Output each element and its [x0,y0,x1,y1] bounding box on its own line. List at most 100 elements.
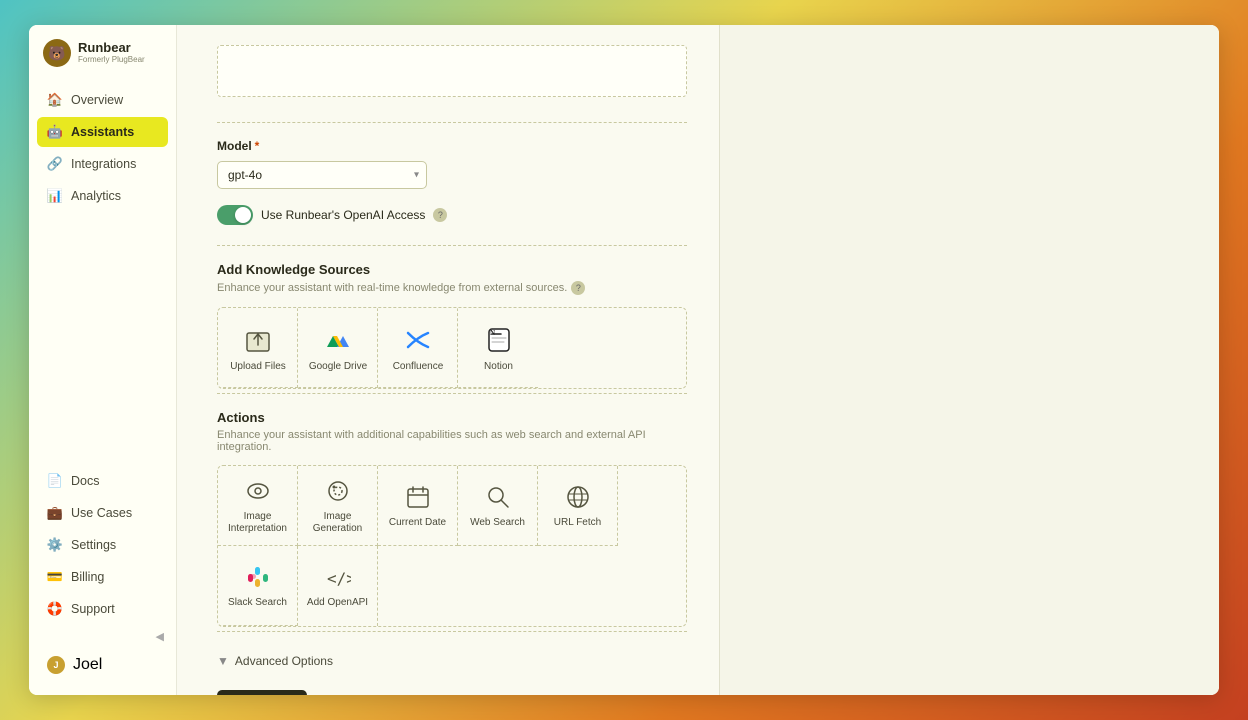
chevron-icon: ▼ [217,654,229,668]
assistants-icon: 🤖 [47,124,63,140]
action-slack-search[interactable]: Slack Search [218,546,298,626]
actions-desc: Enhance your assistant with additional c… [217,429,679,453]
knowledge-help-icon[interactable]: ? [571,281,585,295]
logo-icon: 🐻 [43,39,71,67]
model-select-wrapper: gpt-4o gpt-4 gpt-3.5-turbo ▾ [217,161,427,189]
sidebar-nav: 🏠 Overview 🤖 Assistants 🔗 Integrations 📊… [29,85,176,466]
logo-subtitle: Formerly PlugBear [78,56,145,65]
right-panel [719,25,1219,695]
svg-text:</>: </> [327,569,351,588]
divider-3 [217,393,687,394]
search-icon [484,483,512,511]
sidebar-bottom: 📄 Docs 💼 Use Cases ⚙️ Settings 💳 Billing… [29,466,176,681]
integrations-icon: 🔗 [47,156,63,172]
logo: 🐻 Runbear Formerly PlugBear [29,39,176,85]
sidebar-item-billing[interactable]: 💳 Billing [37,562,168,592]
knowledge-sources-desc: Enhance your assistant with real-time kn… [217,281,679,295]
settings-icon: ⚙️ [47,537,63,553]
sidebar-label-overview: Overview [71,93,123,107]
sidebar-collapse-button[interactable]: ◀ [37,626,168,647]
sidebar-item-use-cases[interactable]: 💼 Use Cases [37,498,168,528]
google-drive-label: Google Drive [309,361,367,372]
current-date-label: Current Date [389,517,446,529]
sidebar-label-docs: Docs [71,474,99,488]
notion-icon: N [484,325,514,355]
advanced-options-label: Advanced Options [235,654,333,668]
source-google-drive[interactable]: Google Drive [298,308,378,388]
app-window: 🐻 Runbear Formerly PlugBear 🏠 Overview 🤖… [29,25,1219,695]
source-confluence[interactable]: Confluence [378,308,458,388]
confluence-label: Confluence [393,361,444,372]
divider-4 [217,631,687,632]
use-cases-icon: 💼 [47,505,63,521]
overview-icon: 🏠 [47,92,63,108]
sidebar-item-docs[interactable]: 📄 Docs [37,466,168,496]
sidebar-label-assistants: Assistants [71,125,134,139]
slack-search-label: Slack Search [228,597,287,609]
upload-files-label: Upload Files [230,361,286,372]
main-content: Model * gpt-4o gpt-4 gpt-3.5-turbo ▾ Use… [177,25,719,695]
code-icon: </> [324,563,352,591]
svg-text:N: N [490,329,495,337]
help-icon[interactable]: ? [433,208,447,222]
actions-grid: Image Interpretation Image Generation [217,465,687,627]
sidebar-label-settings: Settings [71,538,116,552]
action-image-generation[interactable]: Image Generation [298,466,378,546]
action-add-openapi[interactable]: </> Add OpenAPI [298,546,378,626]
source-upload-files[interactable]: Upload Files [218,308,298,388]
support-icon: 🛟 [47,601,63,617]
url-fetch-label: URL Fetch [554,517,601,529]
sidebar-item-analytics[interactable]: 📊 Analytics [37,181,168,211]
image-interpretation-label: Image Interpretation [218,511,297,535]
sidebar-item-settings[interactable]: ⚙️ Settings [37,530,168,560]
form-area: Model * gpt-4o gpt-4 gpt-3.5-turbo ▾ Use… [177,25,719,695]
openai-access-toggle[interactable] [217,205,253,225]
calendar-icon [404,483,432,511]
globe-icon [564,483,592,511]
sidebar-label-integrations: Integrations [71,157,136,171]
toggle-label: Use Runbear's OpenAI Access [261,208,425,222]
add-openapi-label: Add OpenAPI [307,597,368,609]
source-notion[interactable]: N Notion [458,308,538,388]
billing-icon: 💳 [47,569,63,585]
action-image-interpretation[interactable]: Image Interpretation [218,466,298,546]
web-search-label: Web Search [470,517,525,529]
openai-access-row: Use Runbear's OpenAI Access ? [217,205,679,225]
create-button[interactable]: Create [217,690,307,695]
knowledge-sources-title: Add Knowledge Sources [217,262,679,277]
notion-label: Notion [484,361,513,372]
divider-2 [217,245,687,246]
avatar: J [47,656,65,674]
sidebar-item-overview[interactable]: 🏠 Overview [37,85,168,115]
action-web-search[interactable]: Web Search [458,466,538,546]
image-gen-icon [324,477,352,505]
sidebar-label-support: Support [71,602,115,616]
sidebar-item-assistants[interactable]: 🤖 Assistants [37,117,168,147]
actions-title: Actions [217,410,679,425]
sidebar-label-billing: Billing [71,570,104,584]
model-select[interactable]: gpt-4o gpt-4 gpt-3.5-turbo [217,161,427,189]
docs-icon: 📄 [47,473,63,489]
sidebar-item-support[interactable]: 🛟 Support [37,594,168,624]
logo-text: Runbear Formerly PlugBear [78,41,145,64]
advanced-options-toggle[interactable]: ▼ Advanced Options [217,648,679,674]
confluence-icon [403,325,433,355]
action-current-date[interactable]: Current Date [378,466,458,546]
model-label: Model * [217,139,679,153]
required-star: * [255,139,260,153]
analytics-icon: 📊 [47,188,63,204]
sidebar-label-use-cases: Use Cases [71,506,132,520]
upload-files-icon [243,325,273,355]
action-url-fetch[interactable]: URL Fetch [538,466,618,546]
sidebar-label-analytics: Analytics [71,189,121,203]
sidebar-item-integrations[interactable]: 🔗 Integrations [37,149,168,179]
logo-name: Runbear [78,41,145,55]
sidebar-user[interactable]: J Joel [37,649,168,681]
user-name: Joel [73,656,102,674]
assistant-description-input[interactable] [217,45,687,97]
divider-1 [217,122,687,123]
knowledge-sources-grid: Upload Files Google Drive [217,307,687,389]
google-drive-icon [323,325,353,355]
sidebar: 🐻 Runbear Formerly PlugBear 🏠 Overview 🤖… [29,25,177,695]
slack-icon [244,563,272,591]
